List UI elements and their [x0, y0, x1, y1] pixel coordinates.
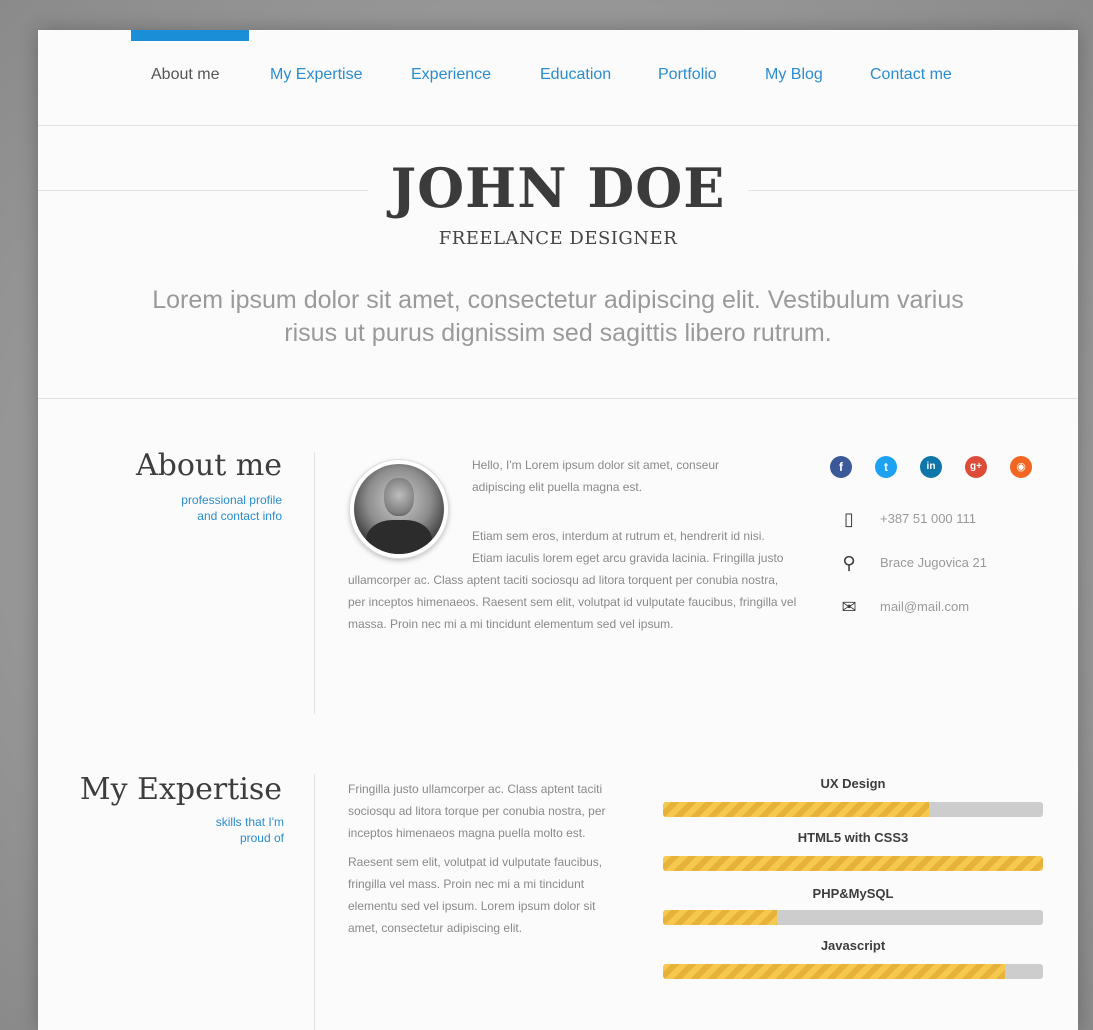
nav-item-my-expertise[interactable]: My Expertise	[270, 66, 362, 84]
facebook-icon[interactable]: f	[830, 456, 852, 478]
skill-fill-php-mysql	[663, 910, 777, 925]
about-paragraph-2: Etiam sem eros, interdum at rutrum et, h…	[348, 525, 798, 635]
address-text: Brace Jugovica 21	[880, 555, 987, 570]
skill-label-javascript: Javascript	[820, 938, 886, 953]
nav-item-about-me[interactable]: About me	[151, 66, 219, 84]
skill-bar-html5-css3	[663, 856, 1043, 871]
skill-label-ux-design: UX Design	[820, 776, 886, 791]
twitter-icon[interactable]: t	[875, 456, 897, 478]
skill-fill-html5-css3	[663, 856, 1043, 871]
expertise-subheading-line-2: proud of	[239, 831, 284, 845]
social-links: f t in g+ ◉	[830, 456, 1040, 480]
active-nav-indicator	[131, 30, 249, 41]
envelope-icon: ✉	[841, 597, 857, 617]
about-heading: About me	[135, 448, 282, 483]
avatar-text-wrap-spacer	[348, 525, 472, 569]
person-title: FREELANCE DESIGNER	[438, 228, 678, 249]
nav-item-contact-me[interactable]: Contact me	[870, 66, 952, 84]
expertise-subheading-line-1: skills that I'm	[215, 815, 284, 829]
email-address[interactable]: mail@mail.com	[880, 599, 969, 614]
linkedin-icon[interactable]: in	[920, 456, 942, 478]
about-vertical-divider	[314, 452, 315, 714]
skill-bar-php-mysql	[663, 910, 1043, 925]
googleplus-icon[interactable]: g+	[965, 456, 987, 478]
hero-lead-text: Lorem ipsum dolor sit amet, consectetur …	[152, 286, 964, 347]
about-subheading: professional profile and contact info	[98, 492, 282, 524]
expertise-subheading: skills that I'm proud of	[98, 814, 284, 846]
nav-item-education[interactable]: Education	[540, 66, 611, 84]
nav-item-my-blog[interactable]: My Blog	[765, 66, 823, 84]
avatar-head	[384, 478, 414, 516]
skill-bar-javascript	[663, 964, 1043, 979]
nav-item-portfolio[interactable]: Portfolio	[658, 66, 717, 84]
skill-bar-ux-design	[663, 802, 1043, 817]
hero-header: JOHN DOE FREELANCE DESIGNER Lorem ipsum …	[38, 126, 1078, 399]
map-pin-icon: ⚲	[842, 553, 856, 573]
about-intro-text: Hello, I'm Lorem ipsum dolor sit amet, c…	[472, 454, 772, 505]
expertise-heading: My Expertise	[79, 772, 282, 807]
expertise-vertical-divider	[314, 774, 315, 1030]
about-paragraph-1: Hello, I'm Lorem ipsum dolor sit amet, c…	[472, 458, 720, 494]
person-name: JOHN DOE	[390, 156, 726, 220]
phone-number: +387 51 000 111	[880, 511, 977, 526]
about-body-text: Etiam sem eros, interdum at rutrum et, h…	[348, 525, 798, 642]
expertise-text: Fringilla justo ullamcorper ac. Class ap…	[348, 778, 628, 946]
resume-page: About me My Expertise Experience Educati…	[38, 30, 1078, 1030]
rss-icon[interactable]: ◉	[1010, 456, 1032, 478]
about-subheading-line-2: and contact info	[197, 509, 282, 523]
skill-fill-ux-design	[663, 802, 929, 817]
skill-fill-javascript	[663, 964, 1005, 979]
top-navigation: About me My Expertise Experience Educati…	[38, 30, 1078, 126]
about-subheading-line-1: professional profile	[181, 493, 282, 507]
expertise-paragraph-2: Raesent sem elit, volutpat id vulputate …	[348, 855, 603, 935]
skill-label-html5-css3: HTML5 with CSS3	[797, 830, 909, 845]
mobile-phone-icon: ▯	[844, 509, 854, 529]
skill-label-php-mysql: PHP&MySQL	[812, 886, 894, 901]
nav-item-experience[interactable]: Experience	[411, 66, 491, 84]
expertise-paragraph-1: Fringilla justo ullamcorper ac. Class ap…	[348, 782, 606, 840]
